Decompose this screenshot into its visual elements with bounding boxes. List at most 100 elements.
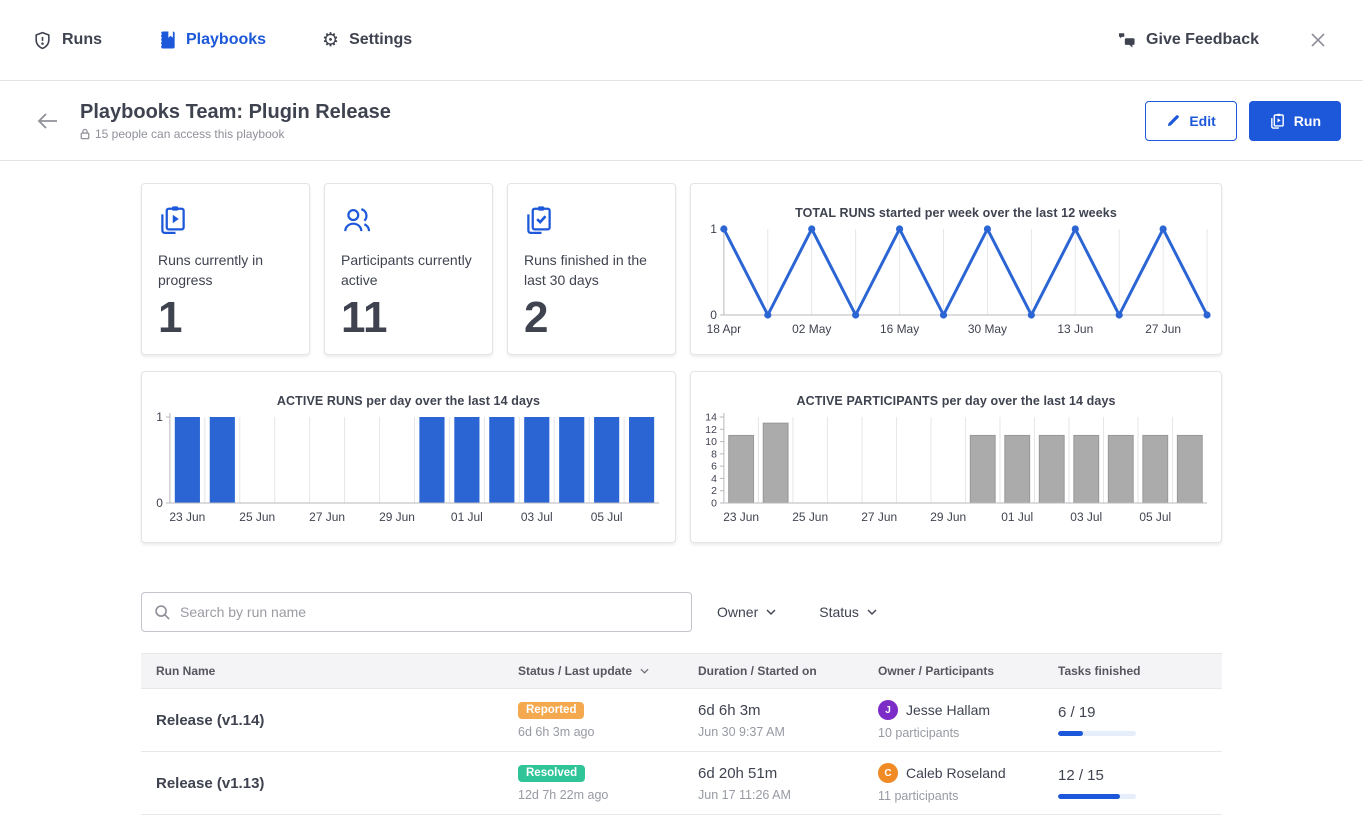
svg-text:12: 12 bbox=[705, 425, 717, 436]
svg-text:13 Jun: 13 Jun bbox=[1057, 322, 1093, 336]
svg-text:1: 1 bbox=[156, 410, 163, 424]
column-header-status: Status / Last update bbox=[518, 664, 698, 678]
column-header-status-label: Status / Last update bbox=[518, 664, 632, 678]
svg-text:05 Jul: 05 Jul bbox=[591, 510, 623, 524]
run-duration: 6d 20h 51m bbox=[698, 765, 878, 782]
run-table-row[interactable]: Release (v1.14) Reported 6d 6h 3m ago 6d… bbox=[141, 689, 1222, 752]
svg-text:27 Jun: 27 Jun bbox=[861, 510, 897, 524]
nav-right: Give Feedback bbox=[1118, 31, 1327, 49]
run-table-row[interactable]: Release (v1.13) Resolved 12d 7h 22m ago … bbox=[141, 752, 1222, 815]
svg-text:25 Jun: 25 Jun bbox=[792, 510, 828, 524]
top-navbar: Runs Playbooks ⚙ Settings bbox=[0, 0, 1363, 81]
svg-text:02 May: 02 May bbox=[792, 322, 831, 336]
give-feedback-button[interactable]: Give Feedback bbox=[1118, 31, 1259, 49]
nav-item-label: Runs bbox=[62, 31, 102, 49]
charts-row: ACTIVE RUNS per day over the last 14 day… bbox=[141, 371, 1222, 543]
svg-text:10: 10 bbox=[705, 437, 717, 448]
stat-value: 2 bbox=[524, 294, 659, 342]
stat-label: Runs currently in progress bbox=[158, 250, 293, 290]
close-button[interactable] bbox=[1309, 31, 1327, 49]
playbook-icon bbox=[158, 30, 176, 50]
status-filter[interactable]: Status bbox=[819, 604, 877, 620]
svg-text:0: 0 bbox=[711, 498, 717, 509]
search-input[interactable] bbox=[180, 604, 679, 620]
run-name[interactable]: Release (v1.14) bbox=[156, 712, 518, 729]
stat-label: Participants currently active bbox=[341, 250, 476, 290]
run-button-label: Run bbox=[1294, 113, 1321, 129]
clipboard-check-icon bbox=[524, 204, 554, 236]
svg-text:4: 4 bbox=[711, 474, 717, 485]
total-runs-chart-card: TOTAL RUNS started per week over the las… bbox=[690, 183, 1222, 355]
svg-text:01 Jul: 01 Jul bbox=[1001, 510, 1033, 524]
active-participants-bar-chart: 1412108642023 Jun25 Jun27 Jun29 Jun01 Ju… bbox=[691, 408, 1221, 543]
access-note: 15 people can access this playbook bbox=[80, 127, 391, 141]
main-content: Runs currently in progress 1 Participant… bbox=[141, 183, 1222, 815]
clipboard-play-icon bbox=[158, 204, 188, 236]
svg-text:29 Jun: 29 Jun bbox=[379, 510, 415, 524]
tasks-progress-bar bbox=[1058, 794, 1136, 799]
column-header-duration: Duration / Started on bbox=[698, 664, 878, 678]
last-update-text: 12d 7h 22m ago bbox=[518, 788, 698, 802]
svg-text:03 Jul: 03 Jul bbox=[521, 510, 553, 524]
column-header-run-name: Run Name bbox=[141, 664, 518, 678]
sort-by-status[interactable]: Status / Last update bbox=[518, 664, 698, 678]
access-note-text: 15 people can access this playbook bbox=[95, 127, 284, 141]
chart-title: TOTAL RUNS started per week over the las… bbox=[691, 184, 1221, 220]
nav-item-runs[interactable]: Runs bbox=[33, 30, 102, 51]
title-block: Playbooks Team: Plugin Release 15 people… bbox=[80, 101, 391, 141]
run-playbook-icon bbox=[1269, 112, 1286, 130]
owner-filter[interactable]: Owner bbox=[717, 604, 776, 620]
column-header-owner: Owner / Participants bbox=[878, 664, 1058, 678]
svg-text:8: 8 bbox=[711, 449, 717, 460]
edit-button[interactable]: Edit bbox=[1145, 101, 1236, 141]
run-name[interactable]: Release (v1.13) bbox=[156, 775, 518, 792]
chart-title: ACTIVE RUNS per day over the last 14 day… bbox=[142, 372, 675, 408]
back-button[interactable] bbox=[30, 103, 66, 139]
gear-icon: ⚙ bbox=[322, 31, 339, 50]
participants-count: 10 participants bbox=[878, 726, 1058, 740]
runs-table: Run Name Status / Last update Duration /… bbox=[141, 653, 1222, 815]
total-runs-line-chart: 1018 Apr02 May16 May30 May13 Jun27 Jun bbox=[691, 220, 1221, 355]
nav-item-label: Settings bbox=[349, 31, 412, 49]
filters-row: Owner Status bbox=[141, 592, 1222, 632]
svg-text:16 May: 16 May bbox=[880, 322, 919, 336]
last-update-text: 6d 6h 3m ago bbox=[518, 725, 698, 739]
progress-fill bbox=[1058, 731, 1083, 736]
header-actions: Edit Run bbox=[1145, 101, 1341, 141]
active-participants-chart-card: ACTIVE PARTICIPANTS per day over the las… bbox=[690, 371, 1222, 543]
run-duration: 6d 6h 3m bbox=[698, 702, 878, 719]
stat-value: 11 bbox=[341, 294, 476, 342]
chevron-down-icon bbox=[867, 609, 877, 615]
page-header: Playbooks Team: Plugin Release 15 people… bbox=[0, 81, 1363, 161]
svg-text:0: 0 bbox=[710, 308, 717, 322]
runs-table-header: Run Name Status / Last update Duration /… bbox=[141, 653, 1222, 689]
progress-fill bbox=[1058, 794, 1120, 799]
stat-label: Runs finished in the last 30 days bbox=[524, 250, 659, 290]
stats-row: Runs currently in progress 1 Participant… bbox=[141, 183, 1222, 355]
svg-text:1: 1 bbox=[710, 222, 717, 236]
tasks-finished-text: 6 / 19 bbox=[1058, 704, 1222, 721]
close-icon bbox=[1309, 31, 1327, 49]
svg-text:0: 0 bbox=[156, 496, 163, 510]
svg-text:23 Jun: 23 Jun bbox=[169, 510, 205, 524]
svg-text:27 Jun: 27 Jun bbox=[309, 510, 345, 524]
nav-item-playbooks[interactable]: Playbooks bbox=[158, 30, 266, 50]
owner-name: Caleb Roseland bbox=[906, 765, 1006, 781]
give-feedback-label: Give Feedback bbox=[1146, 31, 1259, 49]
svg-text:18 Apr: 18 Apr bbox=[707, 322, 742, 336]
lock-icon bbox=[80, 128, 90, 140]
chart-title: ACTIVE PARTICIPANTS per day over the las… bbox=[691, 372, 1221, 408]
owner-filter-label: Owner bbox=[717, 604, 758, 620]
svg-text:30 May: 30 May bbox=[968, 322, 1007, 336]
runs-table-body: Release (v1.14) Reported 6d 6h 3m ago 6d… bbox=[141, 689, 1222, 815]
svg-text:01 Jul: 01 Jul bbox=[451, 510, 483, 524]
column-header-tasks: Tasks finished bbox=[1058, 664, 1222, 678]
run-button[interactable]: Run bbox=[1249, 101, 1341, 141]
svg-text:6: 6 bbox=[711, 462, 717, 473]
run-started-on: Jun 30 9:37 AM bbox=[698, 725, 878, 739]
nav-item-settings[interactable]: ⚙ Settings bbox=[322, 31, 412, 50]
svg-text:29 Jun: 29 Jun bbox=[930, 510, 966, 524]
shield-alert-icon bbox=[33, 30, 52, 51]
active-runs-chart-card: ACTIVE RUNS per day over the last 14 day… bbox=[141, 371, 676, 543]
svg-text:14: 14 bbox=[705, 412, 717, 423]
